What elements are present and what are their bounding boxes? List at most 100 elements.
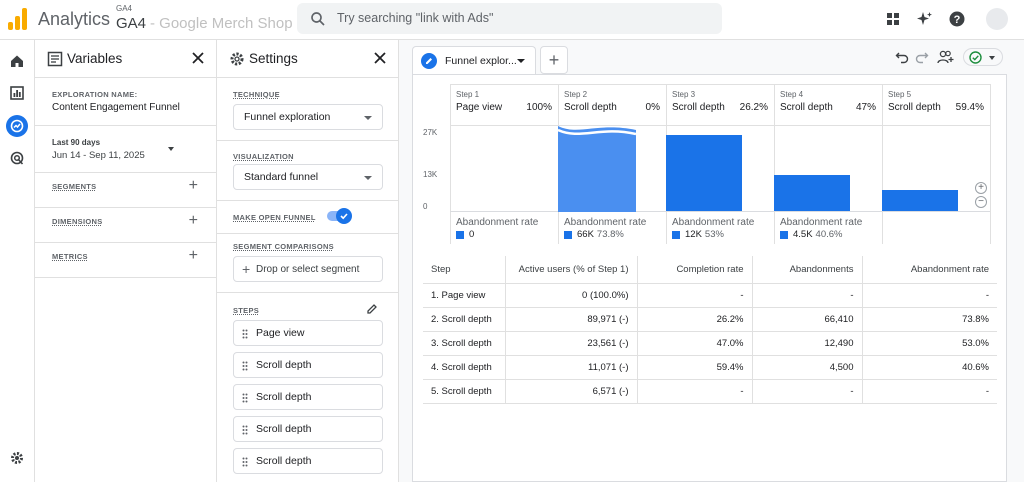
step-chip[interactable]: Scroll depth [233, 352, 383, 378]
drag-handle-icon[interactable] [242, 361, 248, 371]
table-cell: 6,571 (-) [504, 379, 637, 404]
add-tab-button[interactable]: + [540, 46, 568, 74]
step-chip[interactable]: Scroll depth [233, 448, 383, 474]
technique-label: TECHNIQUE [233, 90, 280, 99]
admin-gear-icon[interactable] [6, 447, 28, 469]
table-row: 5. Scroll depth 6,571 (-) - - - [423, 379, 997, 404]
step-chip[interactable]: Page view [233, 320, 383, 346]
technique-select[interactable]: Funnel exploration [233, 104, 383, 130]
app-name[interactable]: Analytics [38, 9, 110, 30]
property-name[interactable]: GA4 [116, 15, 146, 32]
help-icon[interactable]: ? [946, 8, 968, 30]
table-cell: 2. Scroll depth [423, 307, 505, 332]
close-settings-icon[interactable] [372, 50, 388, 66]
table-cell: 53.0% [861, 331, 997, 356]
search-placeholder: Try searching "link with Ads" [337, 11, 494, 25]
funnel-bar-step-3[interactable] [666, 135, 742, 211]
apps-grid-icon[interactable] [882, 8, 904, 30]
chevron-down-icon [989, 56, 995, 60]
funnel-table: Step Active users (% of Step 1) Completi… [423, 256, 997, 404]
step-percent: 100% [526, 102, 552, 113]
step-percent: 26.2% [739, 102, 768, 113]
zoom-in-icon[interactable]: + [975, 182, 987, 194]
reports-icon[interactable] [6, 82, 28, 104]
chevron-down-icon [364, 176, 372, 180]
zoom-out-icon[interactable]: − [975, 196, 987, 208]
chevron-down-icon [168, 147, 174, 151]
table-row: 3. Scroll depth 23,561 (-) 47.0% 12,490 … [423, 331, 997, 356]
abandonment-percent: 53% [704, 229, 724, 240]
add-metric-icon[interactable]: + [189, 248, 198, 264]
abandonment-label: Abandonment rate [456, 217, 539, 228]
step-chip[interactable]: Scroll depth [233, 416, 383, 442]
funnel-step-header[interactable]: Step 1 Page view 100% [450, 84, 558, 126]
edit-pencil-icon[interactable] [366, 303, 378, 315]
date-preset: Last 90 days [52, 138, 101, 147]
edit-pencil-icon[interactable] [421, 53, 437, 69]
visualization-select[interactable]: Standard funnel [233, 164, 383, 190]
abandonment-cell[interactable]: Abandonment rate 0 [450, 215, 558, 243]
step-name: Page view [456, 102, 503, 113]
step-number: Step 3 [672, 90, 696, 99]
abandonment-cell[interactable]: Abandonment rate 4.5K 40.6% [774, 215, 882, 243]
table-cell: - [636, 283, 752, 308]
y-tick: 0 [423, 202, 428, 211]
column-header[interactable]: Active users (% of Step 1) [504, 256, 637, 284]
table-cell: 12,490 [751, 331, 862, 356]
funnel-step-header[interactable]: Step 5 Scroll depth 59.4% [882, 84, 990, 126]
column-header[interactable]: Completion rate [636, 256, 752, 284]
tab-bar: Funnel explor... + [412, 46, 1007, 74]
funnel-bar-step-4[interactable] [774, 175, 850, 211]
exploration-name-field[interactable]: Content Engagement Funnel [52, 102, 180, 113]
funnel-bar-step-5[interactable] [882, 190, 958, 211]
sparkle-icon[interactable] [914, 8, 936, 30]
status-check-button[interactable] [963, 48, 1003, 66]
drag-handle-icon[interactable] [242, 393, 248, 403]
step-chip[interactable]: Scroll depth [233, 384, 383, 410]
chevron-down-icon[interactable] [517, 59, 525, 63]
table-cell: 40.6% [861, 355, 997, 380]
abandonment-value: 4.5K [793, 229, 813, 240]
search-bar[interactable]: Try searching "link with Ads" [297, 3, 722, 34]
table-cell: 89,971 (-) [504, 307, 637, 332]
drag-handle-icon[interactable] [242, 329, 248, 339]
account-avatar[interactable] [986, 8, 1008, 30]
step-chip-label: Scroll depth [256, 359, 312, 371]
add-dimension-icon[interactable]: + [189, 213, 198, 229]
drag-handle-icon[interactable] [242, 457, 248, 467]
funnel-step-header[interactable]: Step 2 Scroll depth 0% [558, 84, 666, 126]
undo-icon[interactable] [895, 50, 909, 64]
share-users-icon[interactable] [937, 49, 955, 65]
abandonment-cell[interactable]: Abandonment rate 12K 53% [666, 215, 774, 243]
segment-comparisons-label: SEGMENT COMPARISONS [233, 242, 334, 251]
abandonment-cell[interactable]: Abandonment rate 66K 73.8% [558, 215, 666, 243]
funnel-step-header[interactable]: Step 4 Scroll depth 47% [774, 84, 882, 126]
step-percent: 59.4% [955, 102, 984, 113]
redo-icon[interactable] [915, 50, 929, 64]
date-range-picker[interactable]: Last 90 days Jun 14 - Sep 11, 2025 [35, 126, 216, 173]
explore-icon[interactable] [6, 115, 28, 137]
variables-panel: Variables EXPLORATION NAME: Content Enga… [35, 40, 217, 482]
close-variables-icon[interactable] [190, 50, 206, 66]
account-name[interactable]: GA4 [116, 4, 132, 13]
top-bar: Analytics GA4 GA4 - Google Merch Shop Tr… [0, 0, 1024, 40]
tab-funnel-exploration[interactable]: Funnel explor... [412, 46, 536, 74]
column-header[interactable]: Abandonment rate [861, 256, 997, 284]
funnel-step-header[interactable]: Step 3 Scroll depth 26.2% [666, 84, 774, 126]
abandonment-value: 12K [685, 229, 702, 240]
drag-handle-icon[interactable] [242, 425, 248, 435]
column-header[interactable]: Abandonments [751, 256, 862, 284]
step-name: Scroll depth [564, 102, 617, 113]
column-header[interactable]: Step [423, 256, 505, 284]
analytics-logo-icon[interactable] [8, 8, 28, 30]
funnel-bar-step-2[interactable] [558, 126, 636, 212]
visualization-value: Standard funnel [244, 171, 319, 183]
advertising-icon[interactable] [6, 147, 28, 169]
open-funnel-toggle[interactable] [327, 208, 352, 224]
home-icon[interactable] [6, 50, 28, 72]
add-segment-icon[interactable]: + [189, 178, 198, 194]
table-cell: 11,071 (-) [504, 355, 637, 380]
drop-segment-target[interactable]: + Drop or select segment [233, 256, 383, 282]
step-number: Step 5 [888, 90, 912, 99]
table-cell: 4. Scroll depth [423, 355, 505, 380]
